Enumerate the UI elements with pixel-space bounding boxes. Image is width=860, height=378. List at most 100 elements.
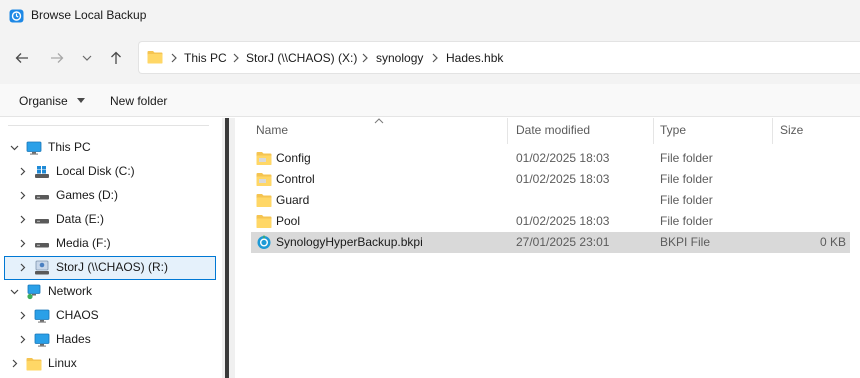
network-drive-icon xyxy=(35,260,49,275)
nav-item-label: This PC xyxy=(48,140,91,154)
column-header-type[interactable]: Type xyxy=(660,123,686,137)
chevron-down-icon xyxy=(82,55,92,61)
breadcrumb-hades-hbk[interactable]: Hades.hbk xyxy=(446,51,503,65)
nav-item-linux[interactable]: Linux xyxy=(4,352,216,376)
file-row[interactable]: Control 01/02/2025 18:03 File folder xyxy=(251,169,850,190)
breadcrumb-separator-icon xyxy=(432,53,438,63)
column-header-name[interactable]: Name xyxy=(256,123,288,137)
breadcrumb-this-pc[interactable]: This PC xyxy=(184,51,227,65)
column-divider[interactable] xyxy=(507,118,508,144)
column-header-size[interactable]: Size xyxy=(780,123,803,137)
chevron-right-icon[interactable] xyxy=(18,335,27,344)
folder-icon xyxy=(147,51,163,64)
drive-icon xyxy=(35,219,49,224)
file-type: BKPI File xyxy=(660,235,711,249)
sort-ascending-icon xyxy=(374,118,384,124)
arrow-up-icon xyxy=(111,51,121,64)
nav-item-label: Linux xyxy=(48,356,77,370)
breadcrumb-synology[interactable]: synology xyxy=(376,51,423,65)
folder-icon xyxy=(26,358,42,371)
breadcrumb-storj-drive[interactable]: StorJ (\\CHAOS) (X:) xyxy=(246,51,357,65)
chevron-down-icon[interactable] xyxy=(10,287,19,296)
nav-item-label: CHAOS xyxy=(56,308,99,322)
file-name: SynologyHyperBackup.bkpi xyxy=(276,235,423,249)
file-type: File folder xyxy=(660,151,713,165)
nav-item-data-e[interactable]: Data (E:) xyxy=(4,208,216,232)
column-divider[interactable] xyxy=(653,118,654,144)
address-bar[interactable]: This PC StorJ (\\CHAOS) (X:) synology Ha… xyxy=(138,41,860,74)
chevron-right-icon[interactable] xyxy=(18,191,27,200)
file-row[interactable]: SynologyHyperBackup.bkpi 27/01/2025 23:0… xyxy=(251,232,850,253)
chevron-right-icon[interactable] xyxy=(10,359,19,368)
nav-item-storj-r[interactable]: StorJ (\\CHAOS) (R:) xyxy=(4,256,216,280)
chevron-right-icon[interactable] xyxy=(18,239,27,248)
file-type: File folder xyxy=(660,172,713,186)
breadcrumb-separator-icon xyxy=(171,53,177,63)
new-folder-button[interactable]: New folder xyxy=(110,94,167,108)
file-date: 01/02/2025 18:03 xyxy=(516,172,610,186)
folder-icon xyxy=(256,173,272,186)
up-button[interactable] xyxy=(107,49,125,67)
windows-drive-icon xyxy=(35,166,49,178)
nav-item-local-disk-c[interactable]: Local Disk (C:) xyxy=(4,160,216,184)
nav-item-label: StorJ (\\CHAOS) (R:) xyxy=(56,260,169,274)
file-date: 01/02/2025 18:03 xyxy=(516,151,610,165)
nav-item-media-f[interactable]: Media (F:) xyxy=(4,232,216,256)
nav-item-network[interactable]: Network xyxy=(4,280,216,304)
back-button[interactable] xyxy=(13,49,31,67)
nav-scrollbar-thumb[interactable] xyxy=(225,118,229,378)
organise-label: Organise xyxy=(19,94,68,108)
window-title: Browse Local Backup xyxy=(31,8,147,22)
chevron-right-icon[interactable] xyxy=(18,215,27,224)
caret-down-icon xyxy=(77,98,86,103)
nav-item-label: Local Disk (C:) xyxy=(56,164,135,178)
monitor-icon xyxy=(34,309,50,323)
nav-item-label: Games (D:) xyxy=(56,188,119,202)
organise-button[interactable]: Organise xyxy=(19,94,86,108)
breadcrumb-separator-icon xyxy=(362,53,368,63)
file-row[interactable]: Config 01/02/2025 18:03 File folder xyxy=(251,148,850,169)
file-name: Pool xyxy=(276,214,301,228)
column-divider[interactable] xyxy=(772,118,773,144)
chevron-right-icon[interactable] xyxy=(18,263,27,272)
chevron-right-icon[interactable] xyxy=(18,311,27,320)
file-type: File folder xyxy=(660,214,713,228)
nav-item-label: Network xyxy=(48,284,93,298)
nav-item-games-d[interactable]: Games (D:) xyxy=(4,184,216,208)
file-row[interactable]: Pool 01/02/2025 18:03 File folder xyxy=(251,211,850,232)
nav-item-this-pc[interactable]: This PC xyxy=(4,136,216,160)
navigation-pane: This PC Local Disk (C:) Games (D:) Data … xyxy=(0,118,222,378)
backup-app-icon xyxy=(9,9,24,23)
arrow-right-icon xyxy=(51,53,64,63)
backup-file-icon xyxy=(257,235,271,249)
recent-locations-button[interactable] xyxy=(78,49,96,67)
command-bar: Organise New folder xyxy=(0,84,860,117)
folder-icon xyxy=(256,152,272,165)
file-row[interactable]: Guard File folder xyxy=(251,190,850,211)
chevron-right-icon[interactable] xyxy=(18,167,27,176)
file-date: 01/02/2025 18:03 xyxy=(516,214,610,228)
file-name: Control xyxy=(276,172,315,186)
file-type: File folder xyxy=(660,193,713,207)
title-bar: Browse Local Backup xyxy=(0,0,860,32)
file-date: 27/01/2025 23:01 xyxy=(516,235,610,249)
breadcrumb-separator-icon xyxy=(233,53,239,63)
folder-icon xyxy=(256,215,272,228)
nav-item-chaos[interactable]: CHAOS xyxy=(4,304,216,328)
column-header-date[interactable]: Date modified xyxy=(516,123,590,137)
address-row: This PC StorJ (\\CHAOS) (X:) synology Ha… xyxy=(0,32,860,84)
drive-icon xyxy=(35,243,49,248)
arrow-left-icon xyxy=(15,53,28,63)
nav-item-label: Hades xyxy=(56,332,91,346)
chevron-down-icon[interactable] xyxy=(10,143,19,152)
folder-icon xyxy=(256,194,272,207)
file-name: Config xyxy=(276,151,311,165)
nav-item-hades[interactable]: Hades xyxy=(4,328,216,352)
forward-button[interactable] xyxy=(48,49,66,67)
divider xyxy=(8,125,209,126)
monitor-icon xyxy=(34,333,50,347)
nav-item-label: Media (F:) xyxy=(56,236,111,250)
drive-icon xyxy=(35,195,49,200)
file-name: Guard xyxy=(276,193,310,207)
file-size: 0 KB xyxy=(819,235,846,249)
